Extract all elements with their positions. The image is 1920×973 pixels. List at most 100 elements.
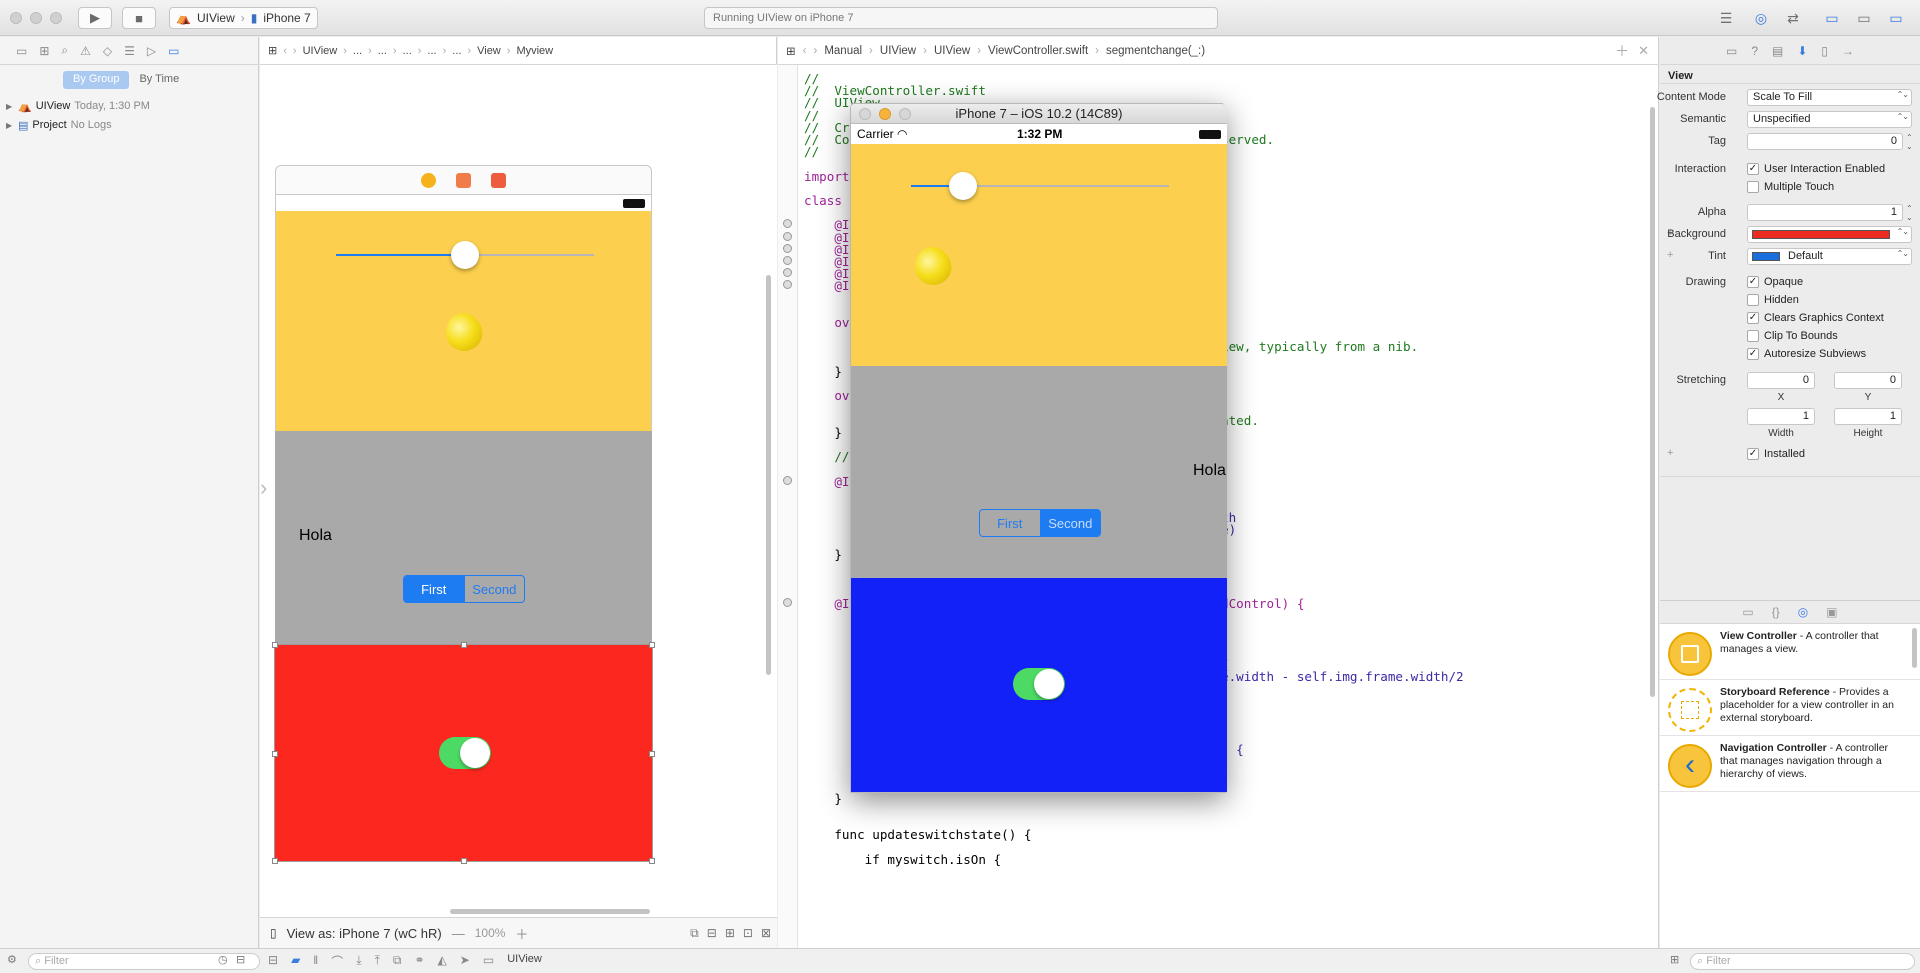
library-item-view-controller[interactable]: View Controller - A controller that mana…	[1660, 624, 1920, 680]
content-mode-select[interactable]: Scale To Fill	[1747, 89, 1912, 106]
disclosure-icon[interactable]: ▶	[6, 102, 14, 111]
user-interaction-checkbox[interactable]: ✓	[1747, 163, 1759, 175]
jump-item[interactable]: View	[477, 45, 501, 57]
assistant-editor-icon[interactable]: ◎	[1749, 8, 1773, 28]
warning-icon[interactable]: ⚠	[80, 44, 91, 58]
installed-checkbox[interactable]: ✓	[1747, 448, 1759, 460]
resize-handle[interactable]	[272, 751, 278, 757]
ios-simulator-window[interactable]: iPhone 7 – iOS 10.2 (14C89) Carrier ◠ 1:…	[850, 103, 1227, 793]
library-grid-icon[interactable]: ⊞	[1670, 953, 1679, 966]
slider-thumb[interactable]	[451, 241, 479, 269]
zoom-window-button[interactable]	[50, 12, 62, 24]
tint-select[interactable]: Default	[1747, 248, 1912, 265]
stepper-icon[interactable]: ⌃ ⌄	[1906, 204, 1913, 222]
view-controller-scene[interactable]: Hola First Second	[272, 165, 655, 865]
code-line[interactable]: if myswitch.isOn {	[804, 852, 1001, 867]
jump-item-method[interactable]: segmentchange(_:)	[1106, 45, 1205, 57]
clears-checkbox[interactable]: ✓	[1747, 312, 1759, 324]
step-out-icon[interactable]: ⤒	[375, 953, 380, 970]
segment-second[interactable]: Second	[1039, 510, 1100, 536]
related-items-icon[interactable]: ⊞	[268, 44, 277, 57]
view-debugger-icon[interactable]: ⧉	[393, 953, 402, 970]
alpha-field[interactable]: 1	[1747, 204, 1903, 221]
toggle-utilities-icon[interactable]: ▭	[1884, 8, 1908, 28]
back-icon[interactable]: ‹	[803, 45, 807, 57]
stretch-y-field[interactable]: 0	[1834, 372, 1902, 389]
file-template-icon[interactable]: ▭	[1742, 605, 1753, 619]
resize-handle[interactable]	[272, 858, 278, 864]
jump-item[interactable]: Myview	[516, 45, 553, 57]
slider-thumb[interactable]	[948, 172, 977, 200]
semantic-select[interactable]: Unspecified	[1747, 111, 1912, 128]
tag-field[interactable]: 0	[1747, 133, 1903, 150]
jump-item[interactable]: ...	[378, 45, 387, 57]
symbol-navigator-icon[interactable]: ⊞	[39, 44, 49, 58]
resize-handle[interactable]	[461, 858, 467, 864]
close-window-button[interactable]	[10, 12, 22, 24]
zoom-out-icon[interactable]: —	[452, 926, 465, 941]
settings-gear-icon[interactable]: ⚙	[7, 953, 17, 966]
code-scrollbar[interactable]	[1650, 107, 1655, 697]
gray-view[interactable]: Hola First Second	[275, 431, 652, 645]
clip-checkbox[interactable]	[1747, 330, 1759, 342]
jump-item[interactable]: ...	[427, 45, 436, 57]
pin-icon[interactable]: ⊡	[743, 926, 753, 941]
environment-override-icon[interactable]: ◭	[438, 953, 447, 970]
stack-icon[interactable]: ⊟	[707, 926, 717, 941]
jump-item-file[interactable]: ViewController.swift	[988, 45, 1088, 57]
code-line[interactable]: }	[804, 364, 842, 379]
close-window-button[interactable]	[859, 108, 871, 120]
code-line[interactable]: }	[804, 425, 842, 440]
library-item-navigation-controller[interactable]: ‹ Navigation Controller - A controller t…	[1660, 736, 1920, 792]
log-row-uiview[interactable]: ▶ ⛺ UIView Today, 1:30 PM	[6, 97, 150, 115]
zoom-window-button[interactable]	[899, 108, 911, 120]
attributes-inspector-icon[interactable]: ⬇	[1797, 44, 1807, 58]
jump-item[interactable]: UIView	[880, 45, 916, 57]
jump-item[interactable]: UIView	[303, 45, 338, 57]
quick-help-icon[interactable]: ?	[1751, 44, 1758, 58]
multiple-touch-checkbox[interactable]	[1747, 181, 1759, 193]
folder-icon[interactable]: ▭	[16, 44, 27, 58]
add-variation-icon[interactable]: +	[1667, 249, 1673, 261]
code-line[interactable]: }	[804, 791, 842, 806]
segmented-control[interactable]: First Second	[403, 575, 525, 603]
resize-handle[interactable]	[649, 858, 655, 864]
resize-handle[interactable]	[649, 642, 655, 648]
sim-yellow-view[interactable]	[851, 144, 1227, 366]
breakpoint-icon[interactable]: ▷	[147, 44, 156, 58]
resize-handle[interactable]	[461, 642, 467, 648]
sim-gray-view[interactable]: Hola First Second	[851, 366, 1227, 578]
red-view-selected[interactable]	[272, 642, 655, 864]
stretch-x-field[interactable]: 0	[1747, 372, 1815, 389]
view-controller-icon[interactable]	[421, 172, 436, 188]
stop-button[interactable]: ■	[122, 7, 156, 29]
breakpoints-toggle-icon[interactable]: ▰	[291, 953, 300, 970]
close-editor-icon[interactable]: ✕	[1638, 43, 1649, 59]
vertical-scrollbar[interactable]	[766, 275, 771, 675]
storyboard-canvas[interactable]: › Hola First Second	[260, 65, 777, 917]
report-icon[interactable]: ▭	[168, 44, 179, 58]
debug-icon[interactable]: ☰	[124, 44, 135, 58]
minimize-window-button[interactable]	[879, 108, 891, 120]
code-line[interactable]: }	[804, 547, 842, 562]
code-line[interactable]: func updateswitchstate() {	[804, 827, 1031, 842]
object-library-list[interactable]: View Controller - A controller that mana…	[1660, 624, 1920, 948]
jump-item[interactable]: ...	[452, 45, 461, 57]
sim-blue-view[interactable]	[851, 578, 1227, 792]
library-scrollbar[interactable]	[1912, 628, 1917, 668]
code-line[interactable]: @I	[804, 474, 849, 489]
step-over-icon[interactable]: ⌒	[331, 953, 343, 970]
code-line[interactable]: @I	[804, 278, 849, 293]
related-items-icon[interactable]: ⊞	[786, 44, 796, 58]
resize-handle[interactable]	[649, 751, 655, 757]
opaque-checkbox[interactable]: ✓	[1747, 276, 1759, 288]
stepper-icon[interactable]: ⌃ ⌄	[1906, 133, 1913, 151]
run-button[interactable]: ▶	[78, 7, 112, 29]
code-line[interactable]: class	[804, 193, 842, 208]
log-row-project[interactable]: ▶ ▤ Project No Logs	[6, 116, 112, 134]
jump-item[interactable]: UIView	[934, 45, 970, 57]
recent-clock-icon[interactable]: ◷	[218, 953, 228, 966]
segment-first[interactable]: First	[404, 576, 464, 602]
embed-icon[interactable]: ⧉	[690, 926, 699, 941]
toggle-switch[interactable]	[1013, 668, 1065, 700]
